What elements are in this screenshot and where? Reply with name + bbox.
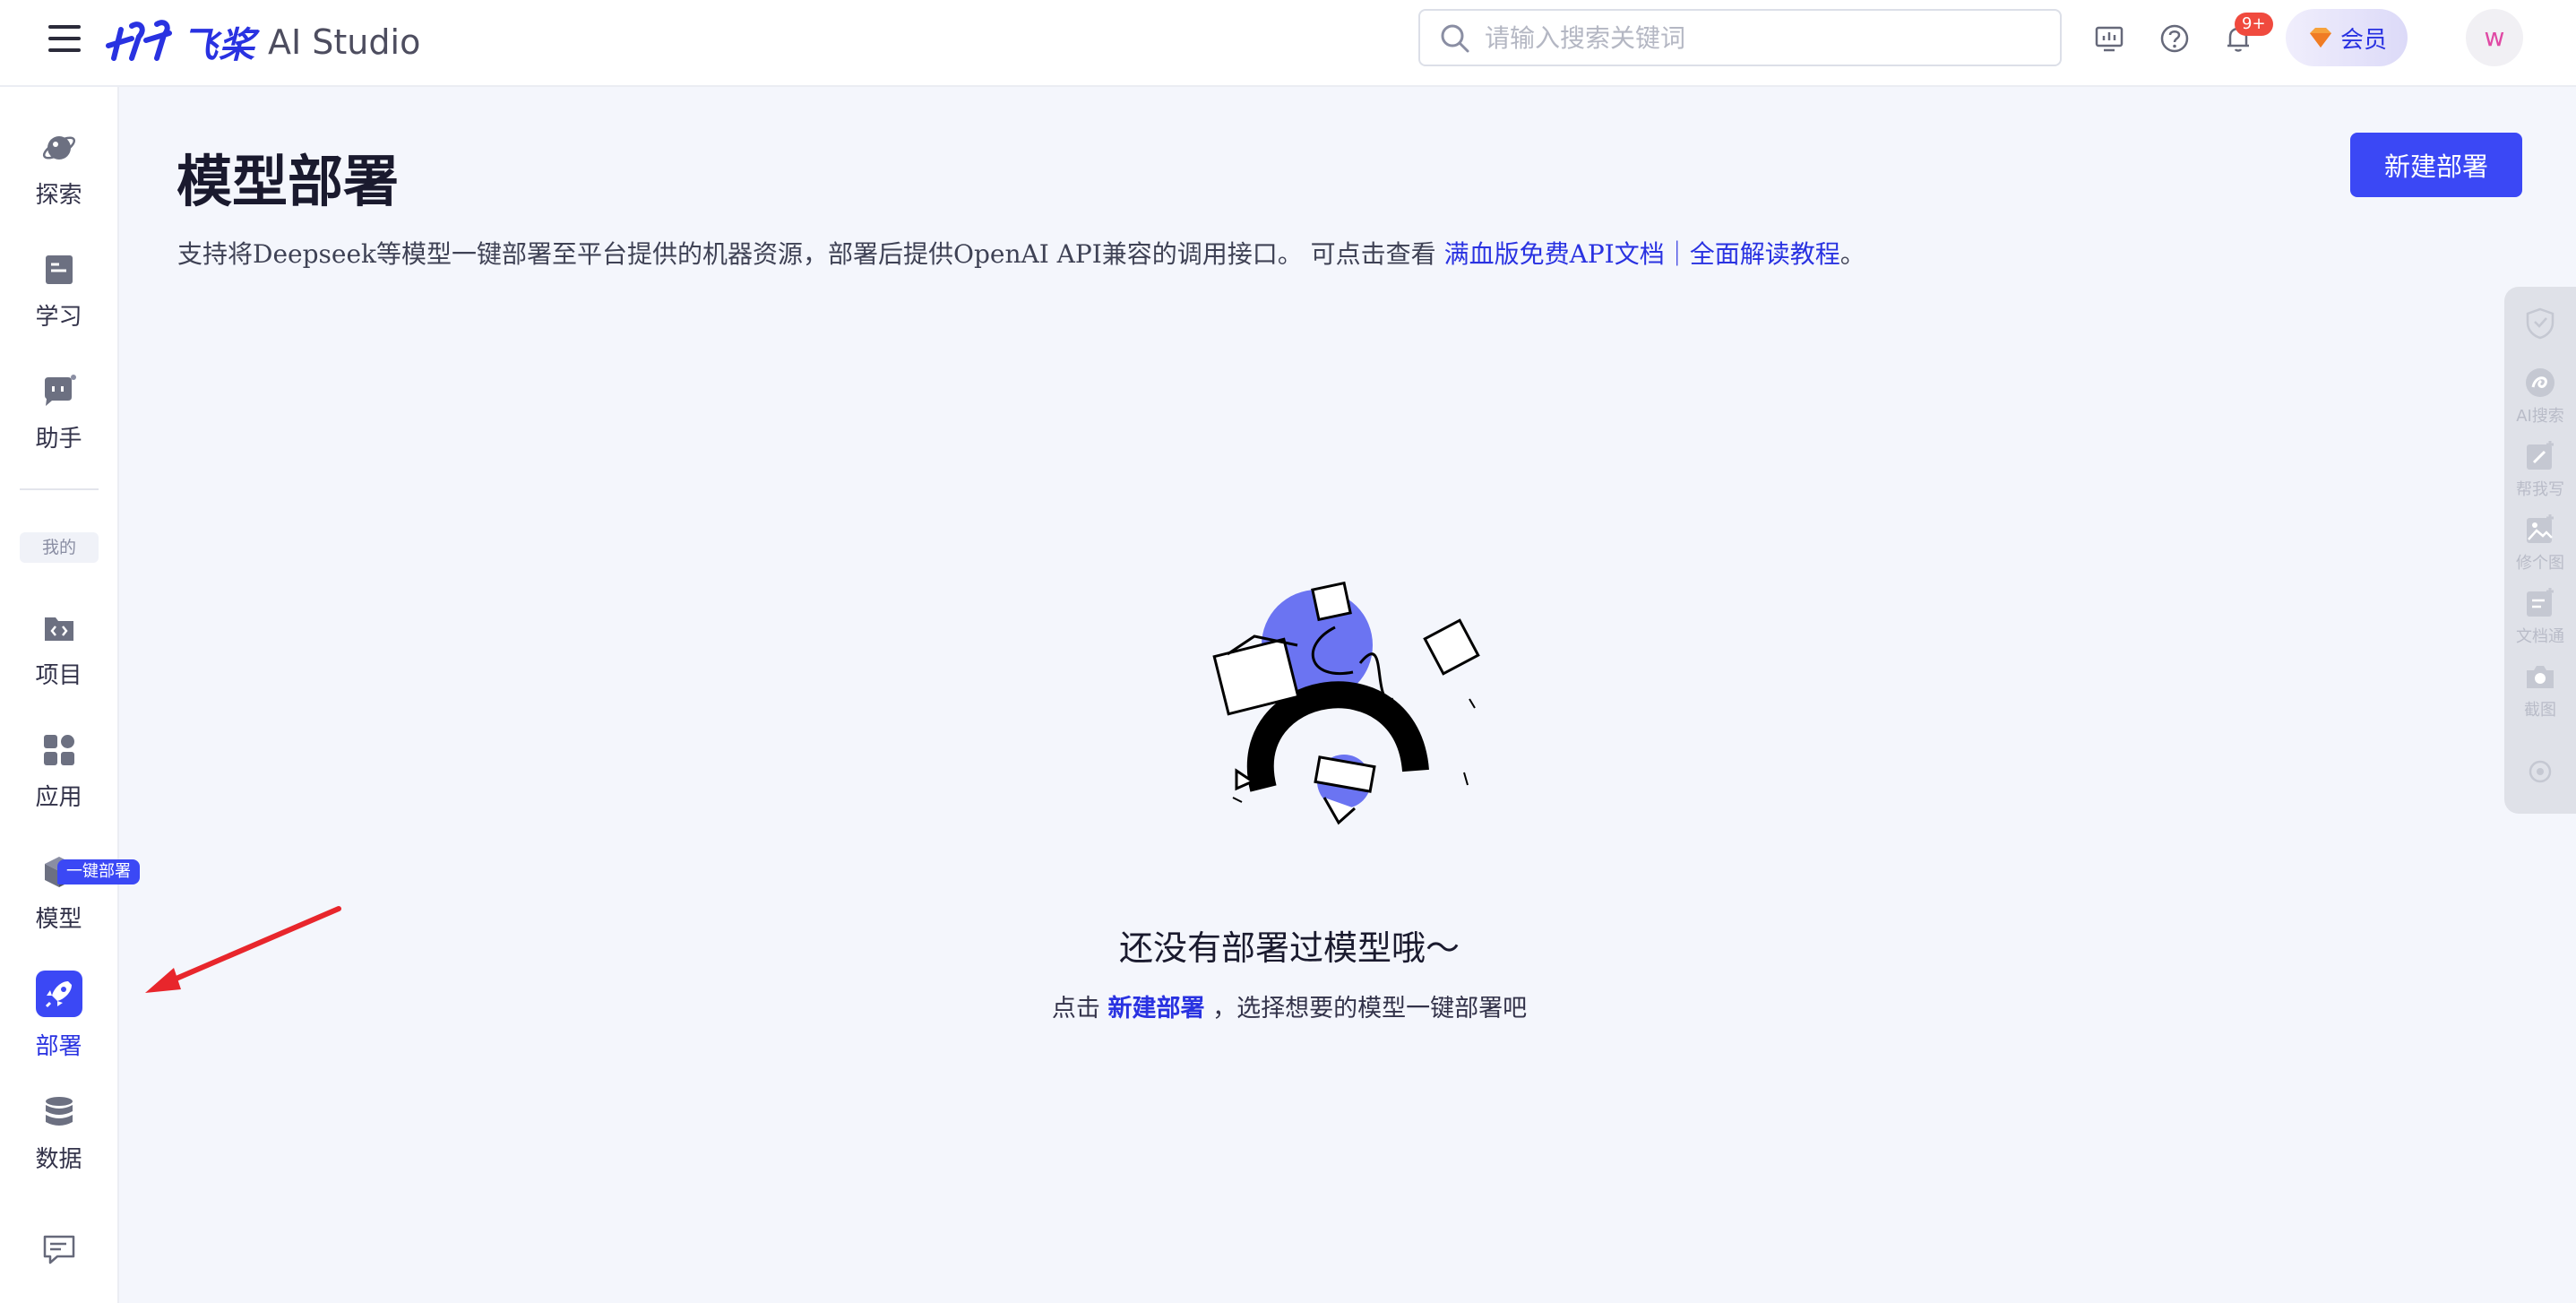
- top-bar: 飞桨 AI Studio 9+ 会员 w: [0, 0, 2576, 87]
- brand-name-cn: 飞桨: [182, 25, 255, 66]
- right-tool-label: 文档通: [2516, 627, 2564, 646]
- sidebar-item-label: 学习: [35, 304, 82, 331]
- mine-section-label: 我的: [20, 532, 99, 563]
- page-description: 支持将Deepseek等模型一键部署至平台提供的机器资源，部署后提供OpenAI…: [177, 235, 1865, 271]
- sidebar-divider: [20, 488, 99, 490]
- shield-heart-icon: [2526, 307, 2554, 340]
- sidebar-item-label: 应用: [35, 784, 82, 811]
- right-tool-label: 修个图: [2516, 554, 2564, 573]
- sidebar-item-projects[interactable]: 项目: [0, 610, 117, 718]
- paddle-logo-icon: [106, 20, 172, 61]
- description-end: 。: [1839, 239, 1865, 269]
- left-sidebar: 探索 学习 助手 我的 项目 应用 模型 部署 数据: [0, 87, 119, 1303]
- book-icon: [41, 252, 77, 288]
- sidebar-item-learn[interactable]: 学习: [0, 252, 117, 359]
- empty-suffix: ，选择想要的模型一键部署吧: [1204, 995, 1528, 1023]
- right-tool-settings[interactable]: [2504, 755, 2576, 789]
- right-tool-write[interactable]: 帮我写: [2504, 439, 2576, 500]
- image-edit-icon: [2527, 514, 2554, 543]
- right-tool-shield[interactable]: [2504, 306, 2576, 341]
- code-folder-icon: [41, 610, 77, 646]
- brand-logo[interactable]: 飞桨 AI Studio: [105, 11, 420, 73]
- new-deployment-link[interactable]: 新建部署: [1108, 995, 1205, 1023]
- vip-button[interactable]: 会员: [2286, 9, 2408, 66]
- one-click-deploy-tag: 一键部署: [57, 859, 140, 884]
- hamburger-menu-icon[interactable]: [48, 25, 81, 52]
- page-title: 模型部署: [177, 149, 400, 214]
- notification-badge: 9+: [2235, 13, 2273, 36]
- sidebar-item-label: 项目: [35, 662, 82, 689]
- sidebar-item-explore[interactable]: 探索: [0, 130, 117, 237]
- sidebar-item-data[interactable]: 数据: [0, 1094, 117, 1202]
- sidebar-item-label: 部署: [35, 1033, 82, 1060]
- sidebar-item-label: 数据: [35, 1146, 82, 1173]
- right-tool-ai-search[interactable]: AI搜索: [2504, 366, 2576, 427]
- empty-prefix: 点击: [1051, 995, 1108, 1023]
- sidebar-item-deploy[interactable]: 部署: [0, 971, 117, 1078]
- description-text: 支持将Deepseek等模型一键部署至平台提供的机器资源，部署后提供OpenAI…: [177, 239, 1444, 269]
- right-tool-label: 帮我写: [2516, 480, 2564, 499]
- feedback-button[interactable]: [0, 1232, 117, 1286]
- right-tool-screenshot[interactable]: 截图: [2504, 660, 2576, 721]
- sidebar-item-label: 助手: [35, 426, 82, 453]
- camera-icon: [2527, 666, 2554, 688]
- new-deployment-button[interactable]: 新建部署: [2350, 133, 2522, 197]
- empty-state-illustration: [1212, 581, 1480, 825]
- right-tool-label: AI搜索: [2516, 407, 2564, 426]
- planet-icon: [41, 130, 77, 166]
- vip-label: 会员: [2339, 26, 2387, 54]
- dashboard-icon[interactable]: [2093, 22, 2125, 55]
- search-input[interactable]: [1485, 20, 2040, 56]
- help-icon[interactable]: [2158, 22, 2191, 55]
- chat-bot-icon: [41, 374, 77, 410]
- right-tool-image-edit[interactable]: 修个图: [2504, 513, 2576, 574]
- sidebar-item-apps[interactable]: 应用: [0, 732, 117, 840]
- feedback-icon: [41, 1232, 77, 1268]
- sidebar-item-assistant[interactable]: 助手: [0, 374, 117, 481]
- brand-name-en: AI Studio: [268, 22, 421, 62]
- search-icon: [1441, 24, 1469, 53]
- api-docs-link[interactable]: 满血版免费API文档｜全面解读教程: [1444, 239, 1840, 269]
- right-floating-toolbar: AI搜索 帮我写 修个图 文档通 截图: [2504, 287, 2576, 814]
- user-avatar[interactable]: w: [2466, 9, 2523, 66]
- sidebar-item-label: 探索: [35, 182, 82, 209]
- empty-state-title: 还没有部署过模型哦～: [1118, 928, 1460, 968]
- document-icon: [2527, 588, 2554, 617]
- vip-diamond-icon: [2309, 28, 2331, 47]
- search-box[interactable]: [1418, 9, 2062, 66]
- right-tool-label: 截图: [2524, 701, 2556, 720]
- write-icon: [2527, 441, 2554, 470]
- ai-search-icon: [2526, 368, 2554, 397]
- empty-state-subtitle: 点击 新建部署 ，选择想要的模型一键部署吧: [0, 988, 2576, 1023]
- right-tool-document[interactable]: 文档通: [2504, 586, 2576, 647]
- settings-icon: [2529, 760, 2552, 783]
- apps-grid-icon: [41, 732, 77, 768]
- database-icon: [41, 1094, 77, 1130]
